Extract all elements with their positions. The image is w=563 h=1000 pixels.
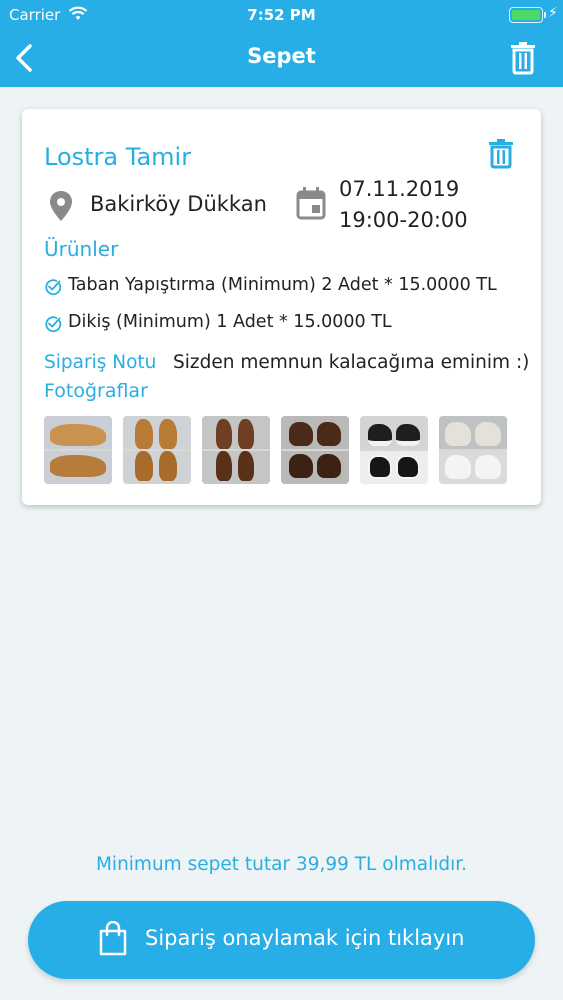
shop-name: Lostra Tamir <box>44 143 192 171</box>
shopping-bag-icon <box>99 921 127 956</box>
trash-icon <box>489 139 513 169</box>
photo-thumbnail[interactable] <box>44 416 112 484</box>
order-date: 07.11.2019 <box>339 177 460 201</box>
confirm-order-button[interactable]: Sipariş onaylamak için tıklayın <box>28 901 535 979</box>
status-time: 7:52 PM <box>247 6 316 24</box>
check-circle-icon <box>45 279 62 296</box>
photos-label: Fotoğraflar <box>44 380 148 402</box>
note-label: Sipariş Notu <box>44 352 157 373</box>
clear-cart-button[interactable] <box>507 38 541 78</box>
minimum-amount-note: Minimum sepet tutar 39,99 TL olmalıdır. <box>95 854 468 875</box>
status-bar: Carrier 7:52 PM ⚡ <box>0 0 563 30</box>
photo-thumbnail[interactable] <box>439 416 507 484</box>
product-label: Dikiş (Minimum) 1 Adet * 15.0000 TL <box>68 312 392 332</box>
calendar-icon <box>295 186 327 220</box>
page-title: Sepet <box>247 44 316 68</box>
shop-location: Bakirköy Dükkan <box>90 192 267 216</box>
photo-thumbnail[interactable] <box>360 416 428 484</box>
battery-tip <box>544 12 546 18</box>
nav-bar: Sepet <box>0 30 563 87</box>
photo-thumbnail[interactable] <box>202 416 270 484</box>
trash-icon <box>511 42 535 75</box>
confirm-order-label: Sipariş onaylamak için tıklayın <box>145 926 465 950</box>
note-text: Sizden memnun kalacağıma eminim :) <box>173 352 530 373</box>
products-title: Ürünler <box>44 237 119 261</box>
location-pin-icon <box>48 190 74 222</box>
product-label: Taban Yapıştırma (Minimum) 2 Adet * 15.0… <box>68 275 497 295</box>
charging-icon: ⚡ <box>548 5 558 21</box>
battery-icon <box>509 7 543 23</box>
photo-thumbnail[interactable] <box>281 416 349 484</box>
check-circle-icon <box>45 316 62 333</box>
photo-thumbnail[interactable] <box>123 416 191 484</box>
top-bar: Carrier 7:52 PM ⚡ Sepet <box>0 0 563 87</box>
order-time-slot: 19:00-20:00 <box>339 208 468 232</box>
delete-order-button[interactable] <box>486 137 516 169</box>
order-card: Lostra Tamir Bakirköy Dükkan 07.11.2019 … <box>22 109 541 505</box>
